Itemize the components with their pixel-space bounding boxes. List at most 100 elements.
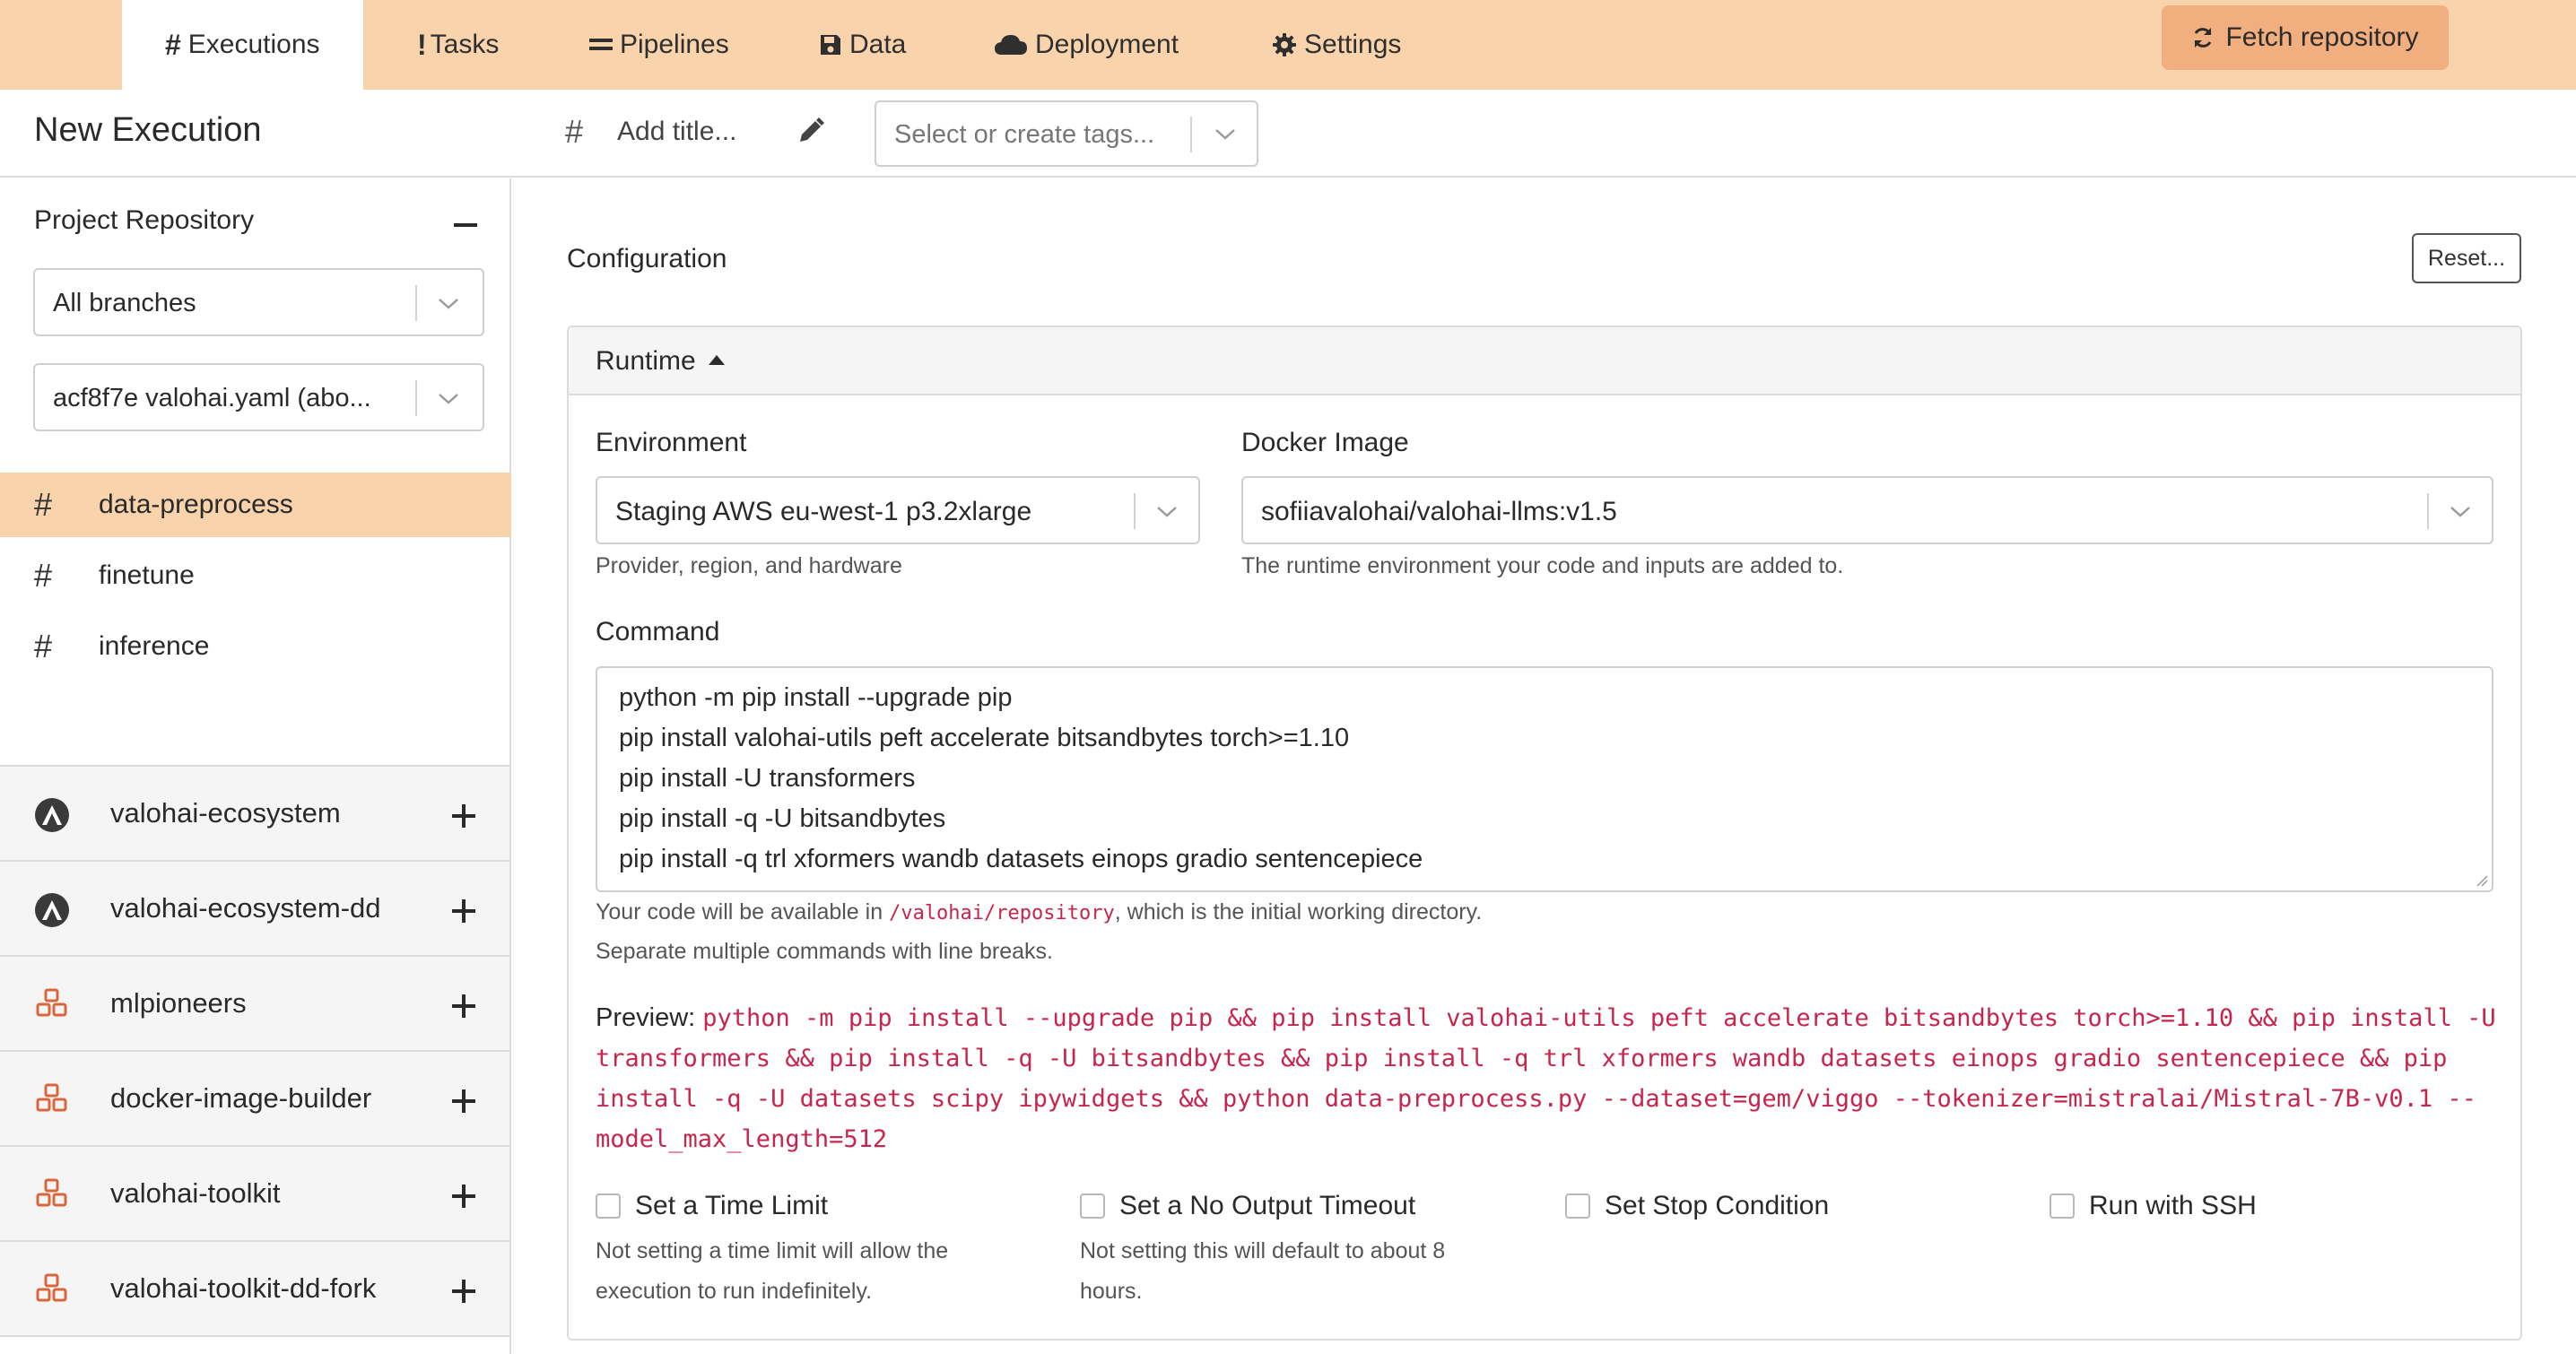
chevron-down-icon[interactable] (437, 388, 460, 412)
stop-condition-label[interactable]: Set Stop Condition (1605, 1191, 1829, 1221)
plus-icon[interactable] (452, 1185, 475, 1212)
execution-header: New Execution # Add title... Select or c… (0, 90, 2576, 178)
environment-label: Environment (596, 428, 747, 457)
preview-code: python -m pip install --upgrade pip && p… (596, 1004, 2496, 1153)
commit-select[interactable]: acf8f7e valohai.yaml (abo... (33, 363, 484, 431)
tab-settings[interactable]: Settings (1272, 0, 1401, 90)
tab-tasks[interactable]: ! Tasks (417, 0, 499, 90)
step-inference[interactable]: # inference (0, 614, 511, 679)
repo-label: valohai-toolkit-dd-fork (110, 1272, 377, 1304)
tab-label: Tasks (430, 30, 500, 59)
plus-icon[interactable] (452, 899, 475, 927)
title-input[interactable]: Add title... (617, 117, 736, 147)
hash-icon: # (34, 557, 53, 594)
docker-image-help: The runtime environment your code and in… (1241, 553, 1844, 578)
step-data-preprocess[interactable]: # data-preprocess (0, 473, 511, 537)
command-textarea[interactable]: python -m pip install --upgrade pip pip … (596, 666, 2493, 892)
tab-label: Pipelines (620, 30, 729, 59)
step-label: finetune (99, 560, 195, 590)
cubes-icon (34, 1177, 70, 1214)
fetch-repository-label: Fetch repository (2225, 22, 2419, 52)
docker-image-select[interactable]: sofiiavalohai/valohai-llms:v1.5 (1241, 476, 2493, 544)
configuration-title: Configuration (567, 244, 727, 273)
reset-button[interactable]: Reset... (2412, 233, 2521, 283)
repo-item-valohai-ecosystem[interactable]: valohai-ecosystem (0, 767, 509, 862)
no-output-timeout-checkbox[interactable] (1080, 1193, 1105, 1219)
tab-data[interactable]: Data (819, 0, 906, 90)
sidebar: Project Repository All branches acf8f7e … (0, 178, 511, 1354)
repo-label: valohai-ecosystem-dd (110, 892, 381, 924)
runtime-section-toggle[interactable]: Runtime (569, 327, 2520, 395)
tab-label: Settings (1304, 30, 1402, 59)
time-limit-help: Not setting a time limit will allow the … (596, 1238, 949, 1304)
collapse-minus-icon[interactable] (454, 223, 477, 227)
run-with-ssh-checkbox[interactable] (2049, 1193, 2075, 1219)
page-title: New Execution (34, 111, 262, 149)
time-limit-checkbox[interactable] (596, 1193, 621, 1219)
cloud-icon (994, 33, 1028, 56)
command-label: Command (596, 617, 720, 647)
refresh-icon (2191, 26, 2215, 49)
commit-select-value: acf8f7e valohai.yaml (abo... (53, 384, 371, 412)
no-output-timeout-help: Not setting this will default to about 8… (1080, 1238, 1446, 1304)
branch-select[interactable]: All branches (33, 268, 484, 336)
select-separator (415, 285, 417, 321)
environment-help: Provider, region, and hardware (596, 553, 902, 578)
repo-item-docker-image-builder[interactable]: docker-image-builder (0, 1052, 509, 1147)
plus-icon[interactable] (452, 1280, 475, 1307)
tab-deployment[interactable]: Deployment (994, 0, 1179, 90)
tab-label: Deployment (1035, 30, 1179, 59)
command-help-suffix: , which is the initial working directory… (1114, 899, 1483, 924)
exclamation-icon: ! (417, 28, 427, 61)
tags-placeholder: Select or create tags... (894, 120, 1155, 149)
repository-list: valohai-ecosystem valohai-ecosystem-dd m… (0, 765, 509, 1337)
plus-icon[interactable] (452, 994, 475, 1022)
select-separator (1190, 117, 1192, 152)
docker-image-label: Docker Image (1241, 428, 1409, 457)
command-line: pip install -U transformers (619, 764, 916, 793)
stop-condition-checkbox[interactable] (1565, 1193, 1590, 1219)
plus-icon[interactable] (452, 1089, 475, 1117)
select-separator (1134, 493, 1136, 529)
repo-item-valohai-toolkit-dd-fork[interactable]: valohai-toolkit-dd-fork (0, 1242, 509, 1337)
docker-image-select-value: sofiiavalohai/valohai-llms:v1.5 (1261, 497, 1617, 526)
repo-item-mlpioneers[interactable]: mlpioneers (0, 957, 509, 1052)
chevron-down-icon[interactable] (437, 293, 460, 317)
chevron-down-icon[interactable] (1214, 124, 1237, 148)
command-help-line2: Separate multiple commands with line bre… (596, 939, 1053, 964)
step-label: inference (99, 631, 210, 661)
resize-handle-icon[interactable] (2476, 874, 2488, 887)
step-finetune[interactable]: # finetune (0, 543, 511, 608)
valohai-logo-icon (34, 797, 70, 838)
hash-icon: # (565, 113, 584, 150)
tab-executions[interactable]: # Executions (122, 0, 363, 90)
valohai-logo-icon (34, 892, 70, 933)
equals-icon (589, 36, 613, 54)
runtime-section-label: Runtime (596, 346, 696, 376)
command-line: pip install -q trl xformers wandb datase… (619, 845, 1423, 873)
tab-label: Data (849, 30, 907, 59)
fetch-repository-button[interactable]: Fetch repository (2162, 5, 2449, 70)
pencil-icon[interactable] (796, 117, 825, 150)
repo-item-valohai-ecosystem-dd[interactable]: valohai-ecosystem-dd (0, 862, 509, 957)
chevron-down-icon[interactable] (1155, 501, 1179, 525)
select-separator (2427, 493, 2429, 529)
gear-icon (1272, 32, 1297, 57)
time-limit-label[interactable]: Set a Time Limit (635, 1191, 828, 1221)
no-output-timeout-label[interactable]: Set a No Output Timeout (1119, 1191, 1415, 1221)
plus-icon[interactable] (452, 804, 475, 832)
repo-label: docker-image-builder (110, 1082, 372, 1114)
hash-icon: # (34, 486, 53, 523)
run-with-ssh-label[interactable]: Run with SSH (2089, 1191, 2257, 1221)
preview-label: Preview: (596, 1003, 696, 1032)
chevron-down-icon[interactable] (2449, 501, 2472, 525)
command-help-prefix: Your code will be available in (596, 899, 890, 924)
cubes-icon (34, 987, 70, 1024)
repo-label: valohai-ecosystem (110, 797, 341, 829)
command-line: pip install -q -U bitsandbytes (619, 804, 946, 833)
command-line: pip install valohai-utils peft accelerat… (619, 724, 1350, 752)
repo-item-valohai-toolkit[interactable]: valohai-toolkit (0, 1147, 509, 1242)
environment-select[interactable]: Staging AWS eu-west-1 p3.2xlarge (596, 476, 1200, 544)
tags-select[interactable]: Select or create tags... (875, 100, 1258, 167)
tab-pipelines[interactable]: Pipelines (589, 0, 729, 90)
